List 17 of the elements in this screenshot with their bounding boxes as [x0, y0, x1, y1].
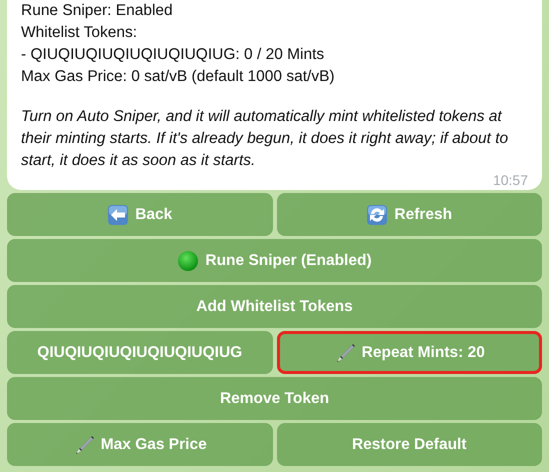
message-time: 10:57: [492, 172, 528, 188]
keyboard-button[interactable]: QIUQIUQIUQIUQIUQIUQIUG: [7, 331, 272, 374]
refresh-icon: [366, 204, 388, 226]
message-text: Max Gas Price: 0 sat/vB (default 1000 sat/vB): [21, 67, 336, 87]
keyboard-button[interactable]: Restore Default: [276, 423, 542, 466]
keyboard-button[interactable]: Add Whitelist Tokens: [7, 285, 542, 328]
keyboard-button[interactable]: Rune Sniper (Enabled): [7, 239, 542, 282]
keyboard-button[interactable]: Remove Token: [7, 377, 542, 420]
keyboard-button[interactable]: Max Gas Price: [7, 423, 272, 466]
message-text: Rune Sniper: Enabled: [21, 1, 174, 21]
keyboard-button[interactable]: Refresh: [276, 193, 542, 236]
message-note: Turn on Auto Sniper, and it will automatically mint whitelisted tokens at their minting starts. If it's already begun, it does it right away; if about to start, it does it as soon as it starts.: [21, 107, 510, 171]
message-text: - QIUQIUQIUQIUQIUQIUQIUG: 0 / 20 Mints: [21, 45, 326, 65]
message-text: Whitelist Tokens:: [21, 23, 138, 43]
keyboard-button[interactable]: Back: [7, 193, 272, 236]
status-dot-icon: [177, 250, 200, 272]
keyboard-button[interactable]: Repeat Mints: 20: [276, 331, 542, 374]
